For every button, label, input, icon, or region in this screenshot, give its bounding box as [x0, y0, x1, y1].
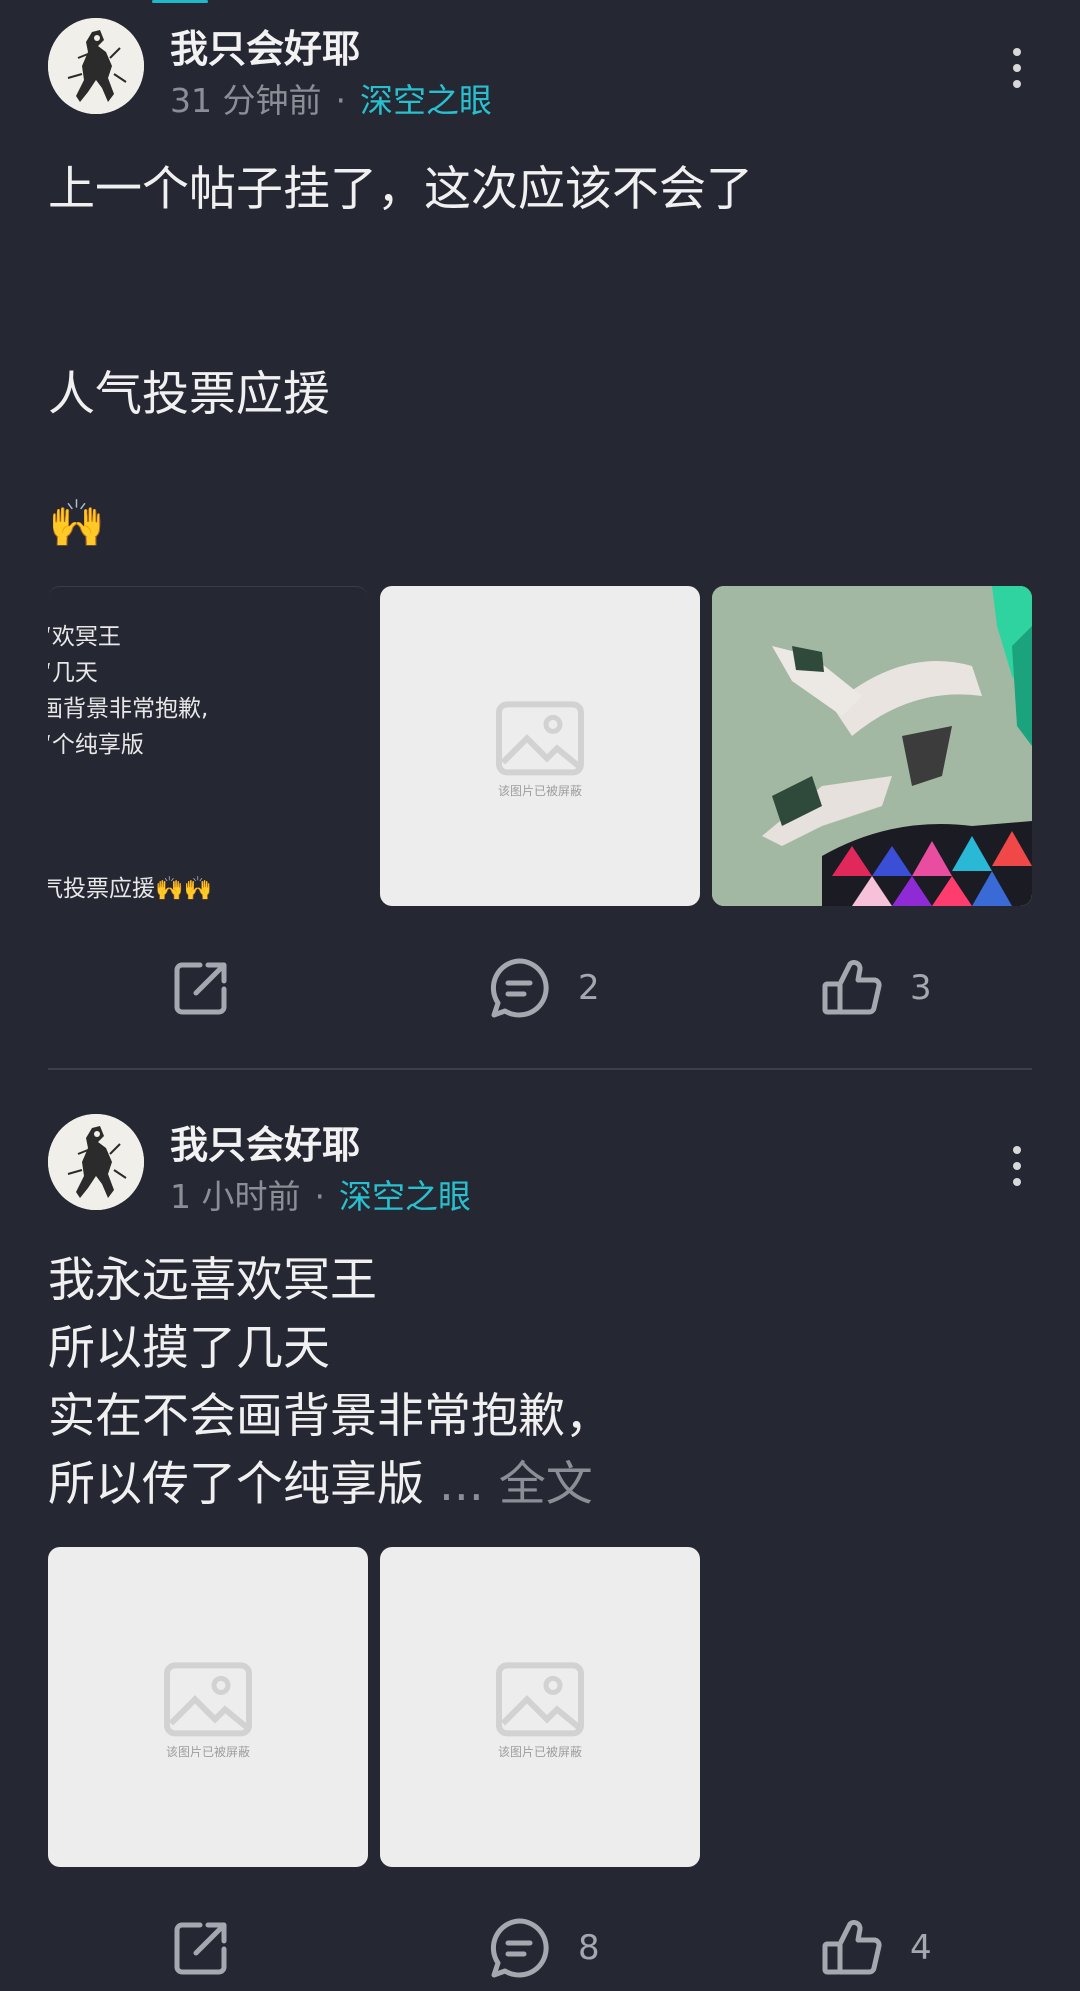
meta-separator: ·	[335, 81, 346, 120]
post-text-line: 所以摸了几天	[48, 1321, 330, 1376]
post-divider	[48, 1068, 1032, 1070]
comment-button[interactable]: 8	[486, 1908, 600, 1988]
comment-button[interactable]: 2	[486, 948, 600, 1028]
image-placeholder-icon	[164, 1662, 252, 1737]
comment-count: 2	[578, 968, 600, 1008]
post-time: 1 小时前	[170, 1177, 301, 1216]
more-vertical-icon[interactable]	[1002, 48, 1032, 88]
avatar[interactable]	[48, 1114, 144, 1210]
post-text-line: 所以传了个纯享版	[48, 1457, 424, 1512]
full-text-link[interactable]: 全文	[499, 1457, 593, 1512]
share-button[interactable]	[170, 1908, 232, 1988]
share-icon	[174, 962, 227, 1015]
username[interactable]: 我只会好耶	[170, 18, 360, 73]
blocked-image-label: 该图片已被屏蔽	[497, 1745, 582, 1759]
image-text-line: “个纯享版	[48, 732, 144, 758]
post-text-line: 我永远喜欢冥王	[48, 1253, 377, 1308]
image-text-line: 气投票应援🙌🙌	[48, 876, 213, 902]
image-text-line: “几天	[48, 660, 98, 686]
image-text-line: 画背景非常抱歉,	[48, 696, 209, 722]
image-placeholder-icon	[496, 1662, 584, 1737]
post-text-line: 人气投票应援	[48, 367, 330, 422]
image-placeholder-icon	[496, 701, 584, 776]
post-emoji: 🙌	[48, 496, 106, 550]
like-button[interactable]: 4	[820, 1908, 932, 1988]
like-count: 3	[910, 968, 932, 1008]
post-image-blocked[interactable]: 该图片已被屏蔽	[380, 586, 700, 906]
ellipsis: ...	[424, 1457, 499, 1512]
post-text-line: 实在不会画背景非常抱歉，	[48, 1389, 612, 1444]
comment-icon	[490, 1918, 549, 1978]
tab-indicator	[152, 0, 208, 3]
post-meta: 31 分钟前 · 深空之眼	[170, 74, 492, 122]
image-text-line: “欢冥王	[48, 624, 121, 650]
like-button[interactable]: 3	[820, 948, 932, 1028]
action-bar: 8 4	[0, 1908, 1080, 1988]
post-text-line: 上一个帖子挂了，这次应该不会了	[48, 162, 753, 217]
post-image-blocked[interactable]: 该图片已被屏蔽	[380, 1547, 700, 1867]
like-icon	[822, 1920, 882, 1975]
topic-link[interactable]: 深空之眼	[360, 81, 492, 120]
post-text: 我永远喜欢冥王 所以摸了几天 实在不会画背景非常抱歉， 所以传了个纯享版 ...…	[48, 1247, 1028, 1519]
blocked-image-label: 该图片已被屏蔽	[497, 784, 582, 798]
username[interactable]: 我只会好耶	[170, 1114, 360, 1169]
avatar[interactable]	[48, 18, 144, 114]
post-time: 31 分钟前	[170, 81, 322, 120]
post-text-line-last: 所以传了个纯享版 ... 全文	[48, 1451, 1028, 1519]
blocked-image-label: 该图片已被屏蔽	[165, 1745, 250, 1759]
share-icon	[174, 1922, 227, 1975]
more-vertical-icon[interactable]	[1002, 1146, 1032, 1186]
like-icon	[822, 960, 882, 1015]
post-image-blocked[interactable]: 该图片已被屏蔽	[48, 1547, 368, 1867]
share-button[interactable]	[170, 948, 232, 1028]
meta-separator: ·	[314, 1177, 326, 1216]
topic-link[interactable]: 深空之眼	[339, 1177, 471, 1216]
comment-count: 8	[578, 1928, 600, 1968]
like-count: 4	[910, 1928, 932, 1968]
post-image-artwork[interactable]	[712, 586, 1032, 906]
action-bar: 2 3	[0, 948, 1080, 1028]
post-meta: 1 小时前 · 深空之眼	[170, 1170, 471, 1218]
post-image-text-screenshot[interactable]: “欢冥王 “几天 画背景非常抱歉, “个纯享版 气投票应援🙌🙌	[48, 586, 368, 907]
comment-icon	[490, 958, 549, 1018]
